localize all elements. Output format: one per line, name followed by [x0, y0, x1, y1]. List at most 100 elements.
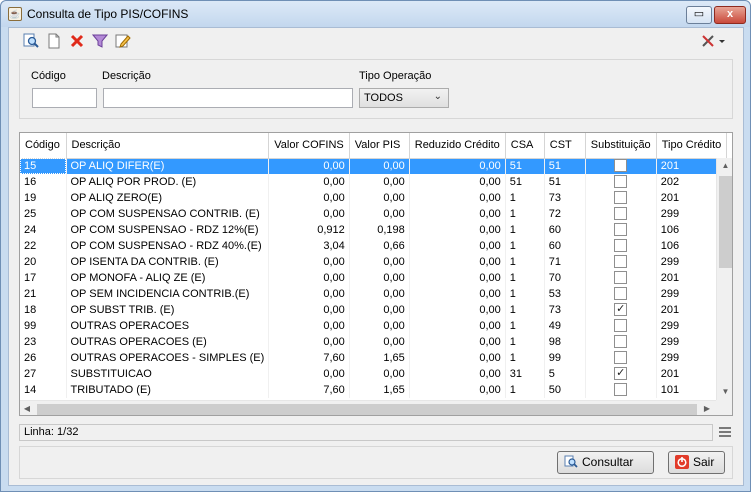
substituicao-checkbox[interactable] [614, 318, 628, 332]
filter-funnel-icon[interactable] [92, 33, 108, 49]
substituicao-checkbox[interactable]: ✓ [614, 302, 628, 316]
cell-pis: 0,198 [349, 222, 410, 238]
cell-subst[interactable] [585, 350, 657, 366]
column-header[interactable]: Reduzido Crédito [409, 133, 506, 159]
substituicao-checkbox[interactable] [614, 158, 628, 172]
search-document-icon[interactable] [23, 33, 39, 49]
cell-subst[interactable] [585, 222, 657, 238]
cell-csa: 1 [505, 222, 545, 238]
vertical-scroll-thumb[interactable] [719, 176, 732, 268]
substituicao-checkbox[interactable] [614, 286, 628, 300]
scroll-left-icon[interactable]: ◀ [22, 404, 32, 413]
column-header[interactable]: Valor PIS [349, 133, 410, 159]
close-button[interactable]: x [714, 6, 746, 24]
substituicao-checkbox[interactable] [614, 254, 628, 268]
vertical-scrollbar[interactable]: ▲ ▼ [716, 158, 732, 400]
cell-codigo: 23 [20, 334, 67, 350]
scroll-down-icon[interactable]: ▼ [717, 387, 732, 396]
cell-subst[interactable] [585, 238, 657, 254]
substituicao-checkbox[interactable] [614, 190, 628, 204]
cell-reduzido: 0,00 [409, 206, 506, 222]
column-header[interactable]: Tipo Crédito [656, 133, 728, 159]
cell-pis: 0,66 [349, 238, 410, 254]
column-header[interactable]: Substituição [585, 133, 657, 159]
cell-cofins: 7,60 [268, 350, 350, 366]
table-row[interactable]: 20 OP ISENTA DA CONTRIB. (E) 0,00 0,00 0,00 1… [20, 254, 728, 270]
table-row[interactable]: 27 SUBSTITUICAO 0,00 0,00 0,00 31 5 ✓ 201 [20, 366, 728, 382]
substituicao-checkbox[interactable] [614, 238, 628, 252]
column-header[interactable]: CST [544, 133, 586, 159]
new-document-icon[interactable] [46, 33, 62, 49]
substituicao-checkbox[interactable] [614, 206, 628, 220]
scroll-up-icon[interactable]: ▲ [717, 161, 732, 170]
table-row[interactable]: 24 OP COM SUSPENSAO - RDZ 12%(E) 0,912 0,19… [20, 222, 728, 238]
cell-descricao: OP ISENTA DA CONTRIB. (E) [66, 254, 270, 270]
cell-subst[interactable] [585, 286, 657, 302]
descricao-input[interactable] [103, 88, 353, 108]
horizontal-scrollbar[interactable]: ◀ ▶ [20, 400, 716, 415]
cell-reduzido: 0,00 [409, 334, 506, 350]
cell-descricao: OP SUBST TRIB. (E) [66, 302, 270, 318]
title-bar[interactable]: ☕ Consulta de Tipo PIS/COFINS ▭ x [1, 1, 750, 27]
table-row[interactable]: 16 OP ALIQ POR PROD. (E) 0,00 0,00 0,00 51 51 2… [20, 174, 728, 190]
table-row[interactable]: 99 OUTRAS OPERACOES 0,00 0,00 0,00 1 49 299 [20, 318, 728, 334]
cell-subst[interactable]: ✓ [585, 366, 657, 382]
edit-pencil-icon[interactable] [115, 33, 131, 49]
cell-pis: 0,00 [349, 174, 410, 190]
table-header: Código Descrição Valor COFINS Valor PIS Redu… [20, 133, 728, 159]
substituicao-checkbox[interactable]: ✓ [614, 366, 628, 380]
cell-subst[interactable] [585, 318, 657, 334]
table-row[interactable]: 21 OP SEM INCIDENCIA CONTRIB.(E) 0,00 0,00 0… [20, 286, 728, 302]
horizontal-scroll-thumb[interactable] [37, 404, 697, 415]
table-row[interactable]: 14 TRIBUTADO (E) 7,60 1,65 0,00 1 50 101 [20, 382, 728, 398]
cell-cofins: 0,00 [268, 302, 350, 318]
sair-button[interactable]: Sair [668, 451, 725, 474]
cell-csa: 1 [505, 334, 545, 350]
minimize-button[interactable]: ▭ [686, 6, 712, 24]
cell-csa: 1 [505, 190, 545, 206]
cell-subst[interactable] [585, 174, 657, 190]
column-header[interactable]: Valor COFINS [268, 133, 350, 159]
table-row[interactable]: 25 OP COM SUSPENSAO CONTRIB. (E) 0,00 0,00 0… [20, 206, 728, 222]
column-header[interactable]: Descrição [66, 133, 270, 159]
table-row[interactable]: 15 OP ALIQ DIFER(E) 0,00 0,00 0,00 51 51 201 [20, 158, 728, 174]
cell-subst[interactable] [585, 254, 657, 270]
substituicao-checkbox[interactable] [614, 222, 628, 236]
cell-descricao: OP ALIQ POR PROD. (E) [66, 174, 270, 190]
table-row[interactable]: 18 OP SUBST TRIB. (E) 0,00 0,00 0,00 1 73 ✓ 201 [20, 302, 728, 318]
table-row[interactable]: 26 OUTRAS OPERACOES - SIMPLES (E) 7,60 1,65… [20, 350, 728, 366]
cell-cofins: 0,00 [268, 270, 350, 286]
table-row[interactable]: 17 OP MONOFA - ALIQ ZE (E) 0,00 0,00 0,00 1 70… [20, 270, 728, 286]
table-row[interactable]: 19 OP ALIQ ZERO(E) 0,00 0,00 0,00 1 73 201 [20, 190, 728, 206]
cell-cst: 60 [544, 238, 586, 254]
substituicao-checkbox[interactable] [614, 270, 628, 284]
delete-x-icon[interactable] [69, 33, 85, 49]
consultar-button[interactable]: Consultar [557, 451, 654, 474]
cell-subst[interactable] [585, 190, 657, 206]
cell-subst[interactable] [585, 158, 657, 174]
cell-subst[interactable] [585, 206, 657, 222]
substituicao-checkbox[interactable] [614, 382, 628, 396]
table-row[interactable]: 23 OUTRAS OPERACOES (E) 0,00 0,00 0,00 1 98 299 [20, 334, 728, 350]
tipo-operacao-select[interactable]: TODOS ⌄ [359, 88, 449, 108]
codigo-input[interactable] [32, 88, 97, 108]
cell-cst: 99 [544, 350, 586, 366]
cell-subst[interactable]: ✓ [585, 302, 657, 318]
cell-subst[interactable] [585, 334, 657, 350]
substituicao-checkbox[interactable] [614, 350, 628, 364]
cell-codigo: 16 [20, 174, 67, 190]
cell-subst[interactable] [585, 270, 657, 286]
cell-subst[interactable] [585, 382, 657, 398]
cell-cofins: 0,00 [268, 190, 350, 206]
substituicao-checkbox[interactable] [614, 174, 628, 188]
table-row[interactable]: 22 OP COM SUSPENSAO - RDZ 40%.(E) 3,04 0,66… [20, 238, 728, 254]
hamburger-menu-icon[interactable] [719, 427, 731, 439]
cell-cofins: 3,04 [268, 238, 350, 254]
scroll-right-icon[interactable]: ▶ [702, 404, 712, 413]
results-grid[interactable]: Código Descrição Valor COFINS Valor PIS Redu… [19, 132, 733, 416]
column-header[interactable]: Código [20, 133, 67, 159]
substituicao-checkbox[interactable] [614, 334, 628, 348]
descricao-label: Descrição [102, 70, 151, 82]
tools-icon[interactable] [700, 33, 726, 49]
column-header[interactable]: CSA [505, 133, 545, 159]
